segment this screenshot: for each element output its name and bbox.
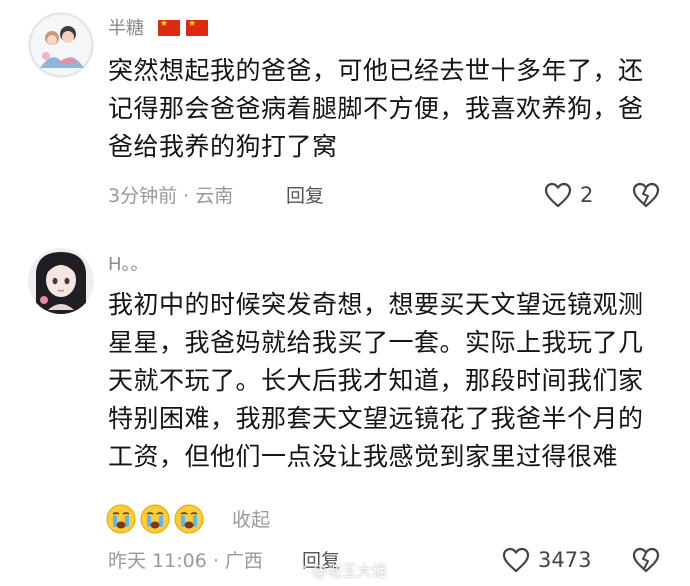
crying-emoji-icon xyxy=(106,504,136,534)
comment-text: 突然想起我的爸爸，可他已经去世十多年了，还 记得那会爸爸病着腿脚不方便，我喜欢养… xyxy=(108,52,668,166)
crying-emoji-icon xyxy=(174,504,204,534)
dislike-button[interactable] xyxy=(632,547,660,577)
heart-outline-icon xyxy=(544,182,572,208)
comment-meta: 3分钟前 · 云南 xyxy=(108,185,234,207)
dislike-button[interactable] xyxy=(632,182,660,212)
watermark-text: @老王大话 xyxy=(312,562,388,580)
like-button[interactable]: 3473 xyxy=(502,547,591,573)
flag-icon xyxy=(186,18,208,36)
comment-text-line: 天就不玩了。长大后我才知道，那段时间我们家 xyxy=(108,366,644,395)
comment-text-line: 工资，但他们一点没让我感觉到家里过得很难 xyxy=(108,442,619,471)
username[interactable]: H。。 xyxy=(108,254,149,276)
comment-meta: 昨天 11:06 · 广西 xyxy=(108,550,263,572)
like-button[interactable]: 2 xyxy=(544,182,593,208)
comment-text-line: 星星，我爸妈就给我买了一套。实际上我玩了几 xyxy=(108,328,644,357)
username[interactable]: 半糖 xyxy=(108,18,144,40)
watermark: @老王大话 xyxy=(290,562,387,580)
comment-text: 我初中的时候突发奇想，想要买天文望远镜观测 星星，我爸妈就给我买了一套。实际上我… xyxy=(108,286,668,476)
reply-button[interactable]: 回复 xyxy=(286,184,324,208)
broken-heart-icon xyxy=(632,182,660,208)
comment-text-line: 爸给我养的狗打了窝 xyxy=(108,132,338,161)
flag-icon xyxy=(158,18,180,36)
broken-heart-icon xyxy=(632,547,660,573)
like-count: 3473 xyxy=(538,548,592,572)
comment-text-line: 特别困难，我那套天文望远镜花了我爸半个月的 xyxy=(108,404,644,433)
weibo-logo-icon xyxy=(290,565,307,578)
avatar[interactable] xyxy=(28,248,94,314)
crying-emoji-icon xyxy=(140,504,170,534)
collapse-button[interactable]: 收起 xyxy=(232,508,270,532)
comment-text-line: 突然想起我的爸爸，可他已经去世十多年了，还 xyxy=(108,56,644,85)
emoji-row xyxy=(106,504,204,534)
heart-outline-icon xyxy=(502,547,530,573)
comment-text-line: 我初中的时候突发奇想，想要买天文望远镜观测 xyxy=(108,290,644,319)
comment-text-line: 记得那会爸爸病着腿脚不方便，我喜欢养狗，爸 xyxy=(108,94,644,123)
avatar[interactable] xyxy=(28,12,94,78)
like-count: 2 xyxy=(580,183,594,207)
flag-badges xyxy=(158,18,208,36)
